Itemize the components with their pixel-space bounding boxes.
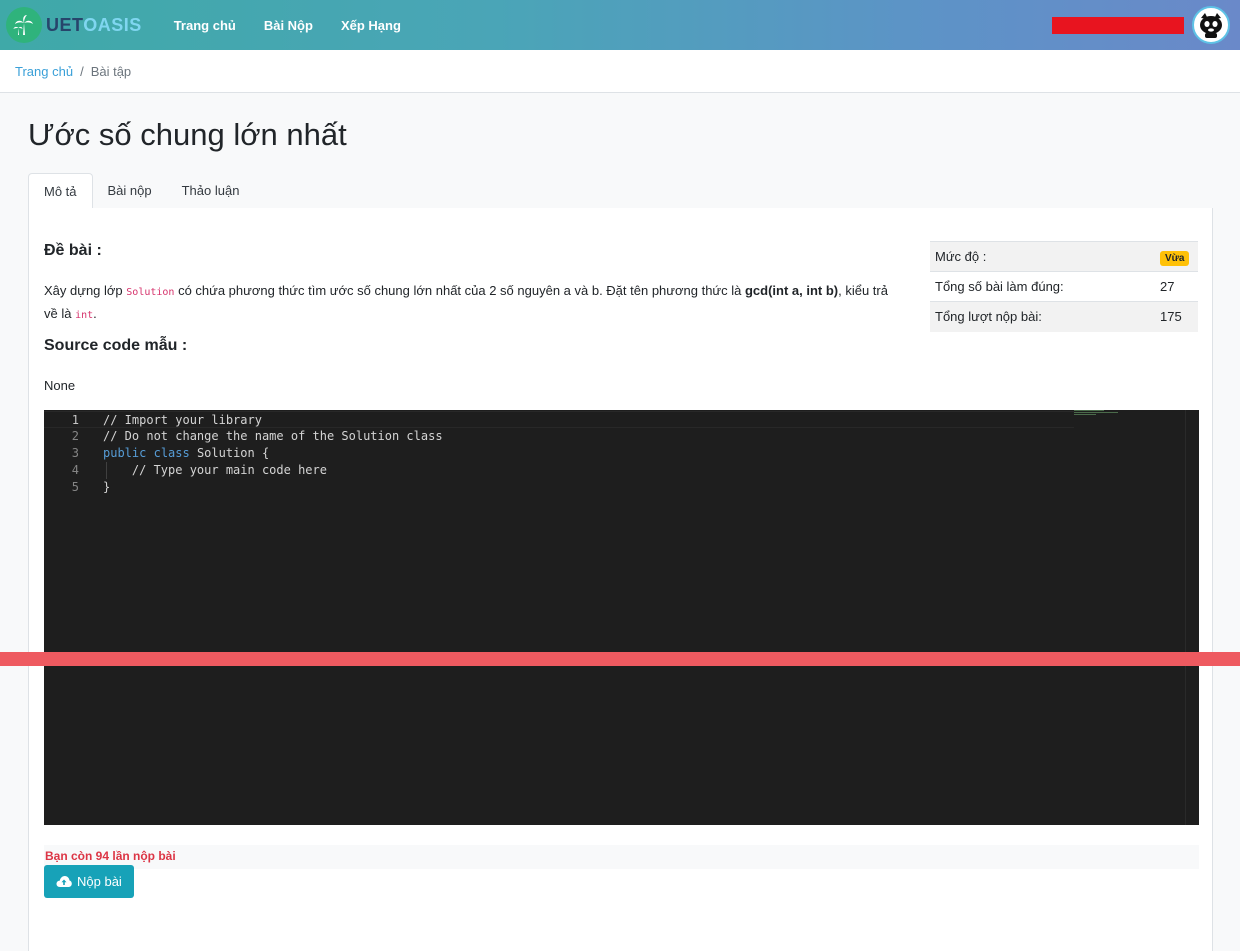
user-area [1052,0,1230,50]
editor-minimap[interactable] [1074,410,1134,418]
desc-code-solution: Solution [126,287,175,298]
breadcrumb-separator: / [80,63,84,79]
problem-tabs: Mô tả Bài nộp Thảo luận [28,173,1213,210]
breadcrumb: Trang chủ / Bài tập [0,50,1240,93]
sample-code-heading: Source code mẫu : [44,337,188,354]
stats-row-submissions: Tổng lượt nộp bài: 175 [930,301,1198,332]
submit-button-label: Nộp bài [77,874,122,889]
submissions-label: Tổng lượt nộp bài: [930,301,1148,332]
desc-text-2: có chứa phương thức tìm ước số chung lớn… [174,283,745,298]
cat-avatar-icon [1200,13,1222,38]
desc-text-4: . [93,306,97,321]
brand-oasis: OASIS [83,14,142,35]
nav-ranking-link[interactable]: Xếp Hạng [341,18,401,33]
stats-row-difficulty: Mức độ : Vừa [930,241,1198,272]
correct-value: 27 [1148,271,1198,302]
difficulty-badge: Vừa [1160,251,1190,266]
code-line[interactable]: 2 // Do not change the name of the Solut… [44,428,1074,445]
indent-guide [106,462,107,479]
editor-scrollbar[interactable] [1185,410,1199,825]
statement-heading: Đề bài : [44,242,102,259]
desc-code-int: int [75,310,94,321]
page-title: Ước số chung lớn nhất [28,117,347,152]
palm-tree-logo-icon [6,7,42,43]
code-line[interactable]: 1 // Import your library [44,411,1074,428]
line-number: 1 [71,413,79,427]
tab-discussion[interactable]: Thảo luận [167,173,255,209]
brand-uet: UET [46,14,84,35]
keyword-public: public [103,446,147,460]
avatar[interactable] [1192,6,1230,44]
code-text: public class Solution { [103,445,269,462]
nav-home-link[interactable]: Trang chủ [174,18,236,33]
breadcrumb-current: Bài tập [90,63,132,79]
difficulty-cell: Vừa [1148,241,1198,272]
top-navbar: UETOASIS Trang chủ Bài Nộp Xếp Hạng [0,0,1240,50]
code-text: // Import your library [103,413,262,427]
line-number: 3 [71,446,79,460]
difficulty-label: Mức độ : [930,241,1148,272]
problem-statement: Xây dựng lớp Solution có chứa phương thứ… [44,280,894,326]
tab-description[interactable]: Mô tả [28,173,93,210]
submissions-value: 175 [1148,301,1198,332]
cloud-upload-icon [56,876,72,887]
stats-row-correct: Tổng số bài làm đúng: 27 [930,271,1198,302]
problem-stats-table: Mức độ : Vừa Tổng số bài làm đúng: 27 Tổ… [930,241,1198,332]
line-number: 5 [71,480,79,494]
nav-submissions-link[interactable]: Bài Nộp [264,18,313,33]
desc-method-signature: gcd(int a, int b) [744,283,839,298]
code-line[interactable]: 3 public class Solution { [44,445,1074,462]
redacted-username[interactable] [1052,16,1184,34]
class-declaration: Solution { [189,446,270,460]
tab-submissions[interactable]: Bài nộp [93,173,167,209]
code-editor[interactable]: 1 // Import your library 2 // Do not cha… [44,410,1199,825]
brand[interactable]: UETOASIS [6,7,142,43]
brand-name: UETOASIS [46,15,142,36]
desc-text-1: Xây dựng lớp [44,283,127,298]
sample-code-value: None [44,378,76,393]
line-number: 4 [71,463,79,477]
breadcrumb-home-link[interactable]: Trang chủ [15,64,73,79]
code-line[interactable]: 4 // Type your main code here [44,462,1074,479]
remaining-submissions-text: Bạn còn 94 lần nộp bài [44,845,1199,869]
code-text: } [103,480,111,494]
description-panel: Đề bài : Xây dựng lớp Solution có chứa p… [28,208,1213,951]
overlay-divider-bar [0,652,1240,666]
code-text: // Do not change the name of the Solutio… [103,429,443,443]
code-line[interactable]: 5 } [44,479,1074,496]
code-text: // Type your main code here [103,463,327,477]
keyword-class: class [153,446,190,460]
submit-button[interactable]: Nộp bài [44,865,134,898]
line-number: 2 [71,429,79,443]
correct-label: Tổng số bài làm đúng: [930,271,1148,302]
